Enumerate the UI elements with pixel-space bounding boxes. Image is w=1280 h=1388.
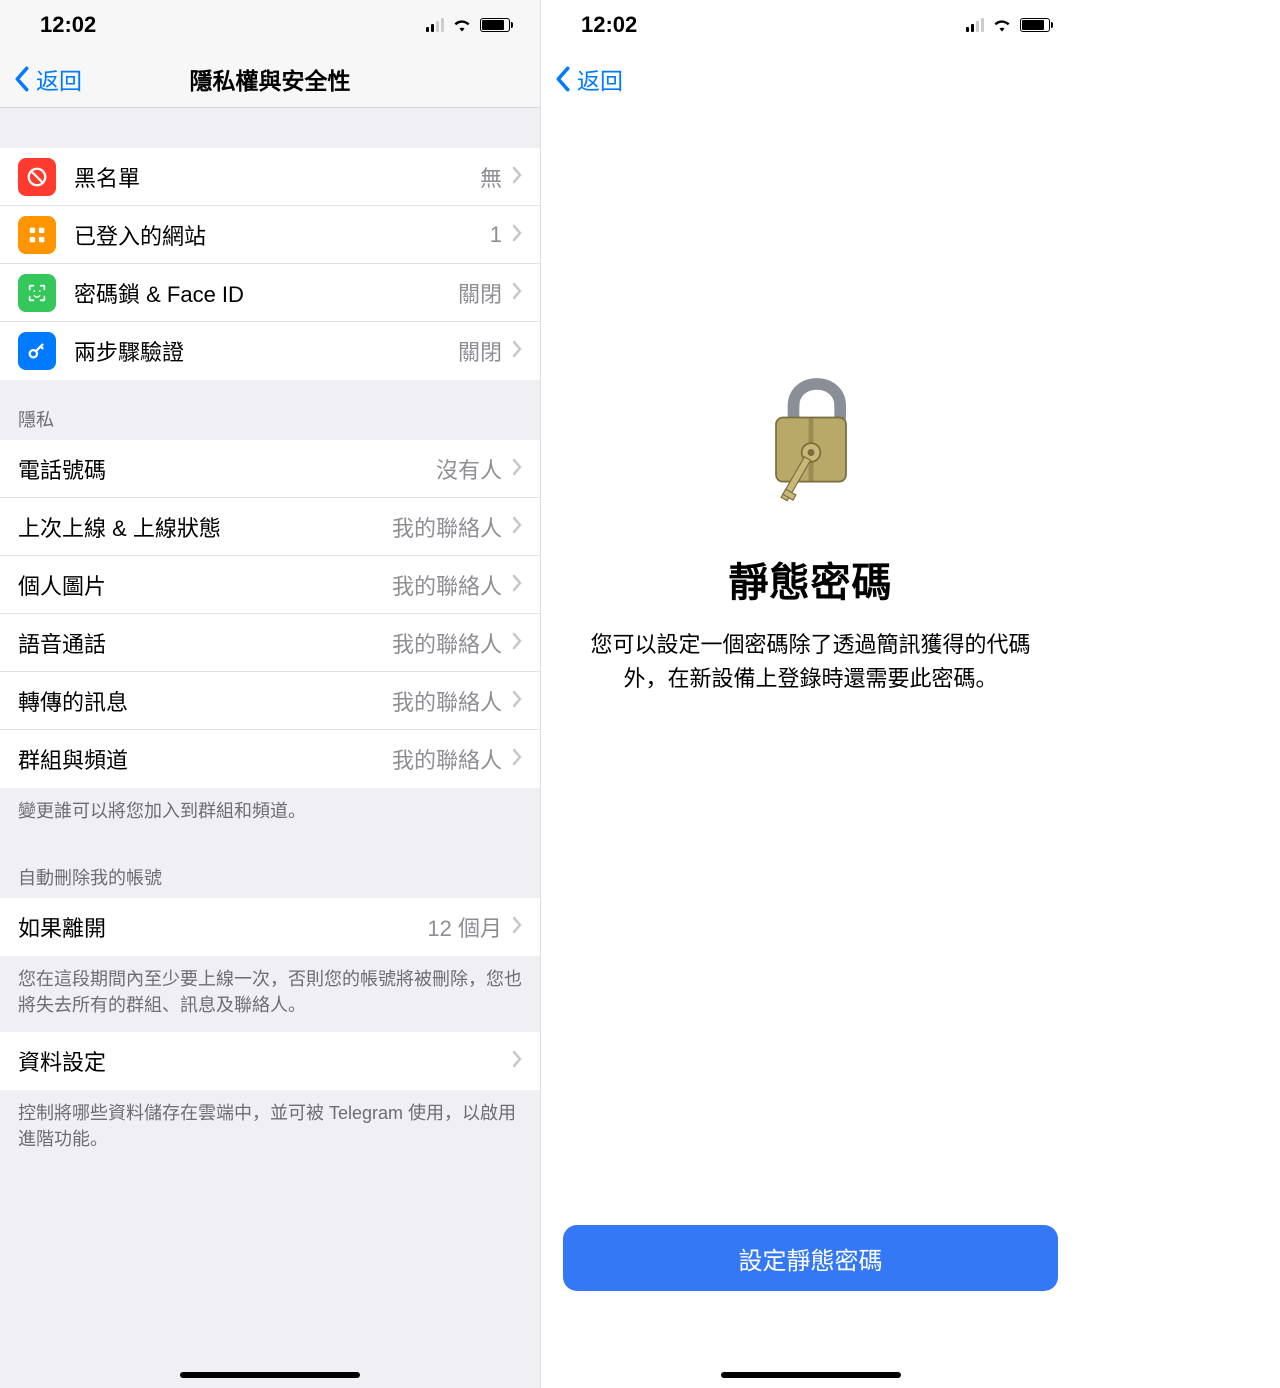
back-button[interactable]: 返回: [551, 58, 627, 100]
chevron-right-icon: [512, 914, 522, 940]
nav-bar: 返回: [541, 50, 1080, 108]
status-icons: [966, 12, 1050, 38]
chevron-right-icon: [512, 338, 522, 364]
back-label: 返回: [36, 62, 82, 96]
chevron-right-icon: [512, 514, 522, 540]
two-step-verification-cell[interactable]: 兩步驟驗證 關閉: [0, 322, 540, 380]
privacy-section-header: 隱私: [0, 380, 540, 440]
chevron-right-icon: [512, 746, 522, 772]
padlock-illustration: [731, 340, 891, 530]
status-bar: 12:02: [541, 0, 1080, 50]
battery-icon: [480, 18, 510, 32]
set-password-button[interactable]: 設定靜態密碼: [563, 1225, 1058, 1291]
voice-calls-cell[interactable]: 語音通話 我的聯絡人: [0, 614, 540, 672]
profile-photo-cell[interactable]: 個人圖片 我的聯絡人: [0, 556, 540, 614]
passcode-faceid-cell[interactable]: 密碼鎖 & Face ID 關閉: [0, 264, 540, 322]
cell-label: 上次上線 & 上線狀態: [18, 511, 392, 543]
battery-icon: [1020, 18, 1050, 32]
autodelete-section-footer: 您在這段期間內至少要上線一次，否則您的帳號將被刪除，您也將失去所有的群組、訊息及…: [0, 956, 540, 1032]
active-sessions-cell[interactable]: 已登入的網站 1: [0, 206, 540, 264]
chevron-right-icon: [512, 456, 522, 482]
wifi-icon: [452, 12, 472, 38]
faceid-icon: [18, 274, 56, 312]
blocked-users-cell[interactable]: 黑名單 無: [0, 148, 540, 206]
last-seen-cell[interactable]: 上次上線 & 上線狀態 我的聯絡人: [0, 498, 540, 556]
cellular-signal-icon: [426, 18, 444, 32]
status-time: 12:02: [581, 12, 637, 38]
data-settings-cell[interactable]: 資料設定: [0, 1032, 540, 1090]
cell-value: 1: [490, 222, 502, 248]
cell-label: 資料設定: [18, 1045, 512, 1077]
home-indicator[interactable]: [721, 1372, 901, 1378]
phone-number-cell[interactable]: 電話號碼 沒有人: [0, 440, 540, 498]
cell-value: 沒有人: [436, 453, 502, 485]
cell-value: 我的聯絡人: [392, 627, 502, 659]
cell-label: 群組與頻道: [18, 743, 392, 775]
cell-label: 已登入的網站: [74, 219, 490, 251]
groups-channels-cell[interactable]: 群組與頻道 我的聯絡人: [0, 730, 540, 788]
cell-value: 我的聯絡人: [392, 511, 502, 543]
cell-label: 電話號碼: [18, 453, 436, 485]
main-content: 靜態密碼 您可以設定一個密碼除了透過簡訊獲得的代碼外，在新設備上登錄時還需要此密…: [541, 340, 1080, 696]
forwarded-messages-cell[interactable]: 轉傳的訊息 我的聯絡人: [0, 672, 540, 730]
chevron-right-icon: [512, 1048, 522, 1074]
cell-value: 關閉: [458, 335, 502, 367]
cell-label: 密碼鎖 & Face ID: [74, 277, 458, 309]
two-step-setup-screen: 12:02 返回: [540, 0, 1080, 1388]
cell-label: 兩步驟驗證: [74, 335, 458, 367]
screen-title: 靜態密碼: [729, 550, 893, 608]
cell-value: 我的聯絡人: [392, 569, 502, 601]
status-bar: 12:02: [0, 0, 540, 50]
home-indicator[interactable]: [180, 1372, 360, 1378]
cellular-signal-icon: [966, 18, 984, 32]
back-label: 返回: [577, 62, 623, 96]
cell-value: 我的聯絡人: [392, 743, 502, 775]
account-self-destruct-cell[interactable]: 如果離開 12 個月: [0, 898, 540, 956]
cell-label: 如果離開: [18, 911, 427, 943]
privacy-section-footer: 變更誰可以將您加入到群組和頻道。: [0, 788, 540, 838]
privacy-group: 電話號碼 沒有人 上次上線 & 上線狀態 我的聯絡人 個人圖片 我的聯絡人 語音…: [0, 440, 540, 788]
cell-value: 無: [480, 161, 502, 193]
block-icon: [18, 158, 56, 196]
back-button[interactable]: 返回: [10, 58, 86, 100]
chevron-right-icon: [512, 572, 522, 598]
data-settings-group: 資料設定: [0, 1032, 540, 1090]
button-label: 設定靜態密碼: [739, 1241, 883, 1276]
status-time: 12:02: [40, 12, 96, 38]
chevron-right-icon: [512, 280, 522, 306]
cell-label: 轉傳的訊息: [18, 685, 392, 717]
chevron-right-icon: [512, 164, 522, 190]
privacy-settings-screen: 12:02 返回 隱私權與安全性 黑名單 無: [0, 0, 540, 1388]
autodelete-group: 如果離開 12 個月: [0, 898, 540, 956]
cell-label: 黑名單: [74, 161, 480, 193]
cell-value: 我的聯絡人: [392, 685, 502, 717]
wifi-icon: [992, 12, 1012, 38]
chevron-right-icon: [512, 688, 522, 714]
key-icon: [18, 332, 56, 370]
cell-value: 關閉: [458, 277, 502, 309]
cell-label: 語音通話: [18, 627, 392, 659]
grid-icon: [18, 216, 56, 254]
data-section-footer: 控制將哪些資料儲存在雲端中，並可被 Telegram 使用，以啟用進階功能。: [0, 1090, 540, 1166]
cell-value: 12 個月: [427, 911, 502, 943]
chevron-right-icon: [512, 222, 522, 248]
status-icons: [426, 12, 510, 38]
cell-label: 個人圖片: [18, 569, 392, 601]
chevron-right-icon: [512, 630, 522, 656]
autodelete-section-header: 自動刪除我的帳號: [0, 838, 540, 898]
security-group: 黑名單 無 已登入的網站 1 密碼鎖 & Face ID 關閉 兩步驟驗證: [0, 148, 540, 380]
nav-bar: 返回 隱私權與安全性: [0, 50, 540, 108]
screen-description: 您可以設定一個密碼除了透過簡訊獲得的代碼外，在新設備上登錄時還需要此密碼。: [571, 628, 1050, 696]
